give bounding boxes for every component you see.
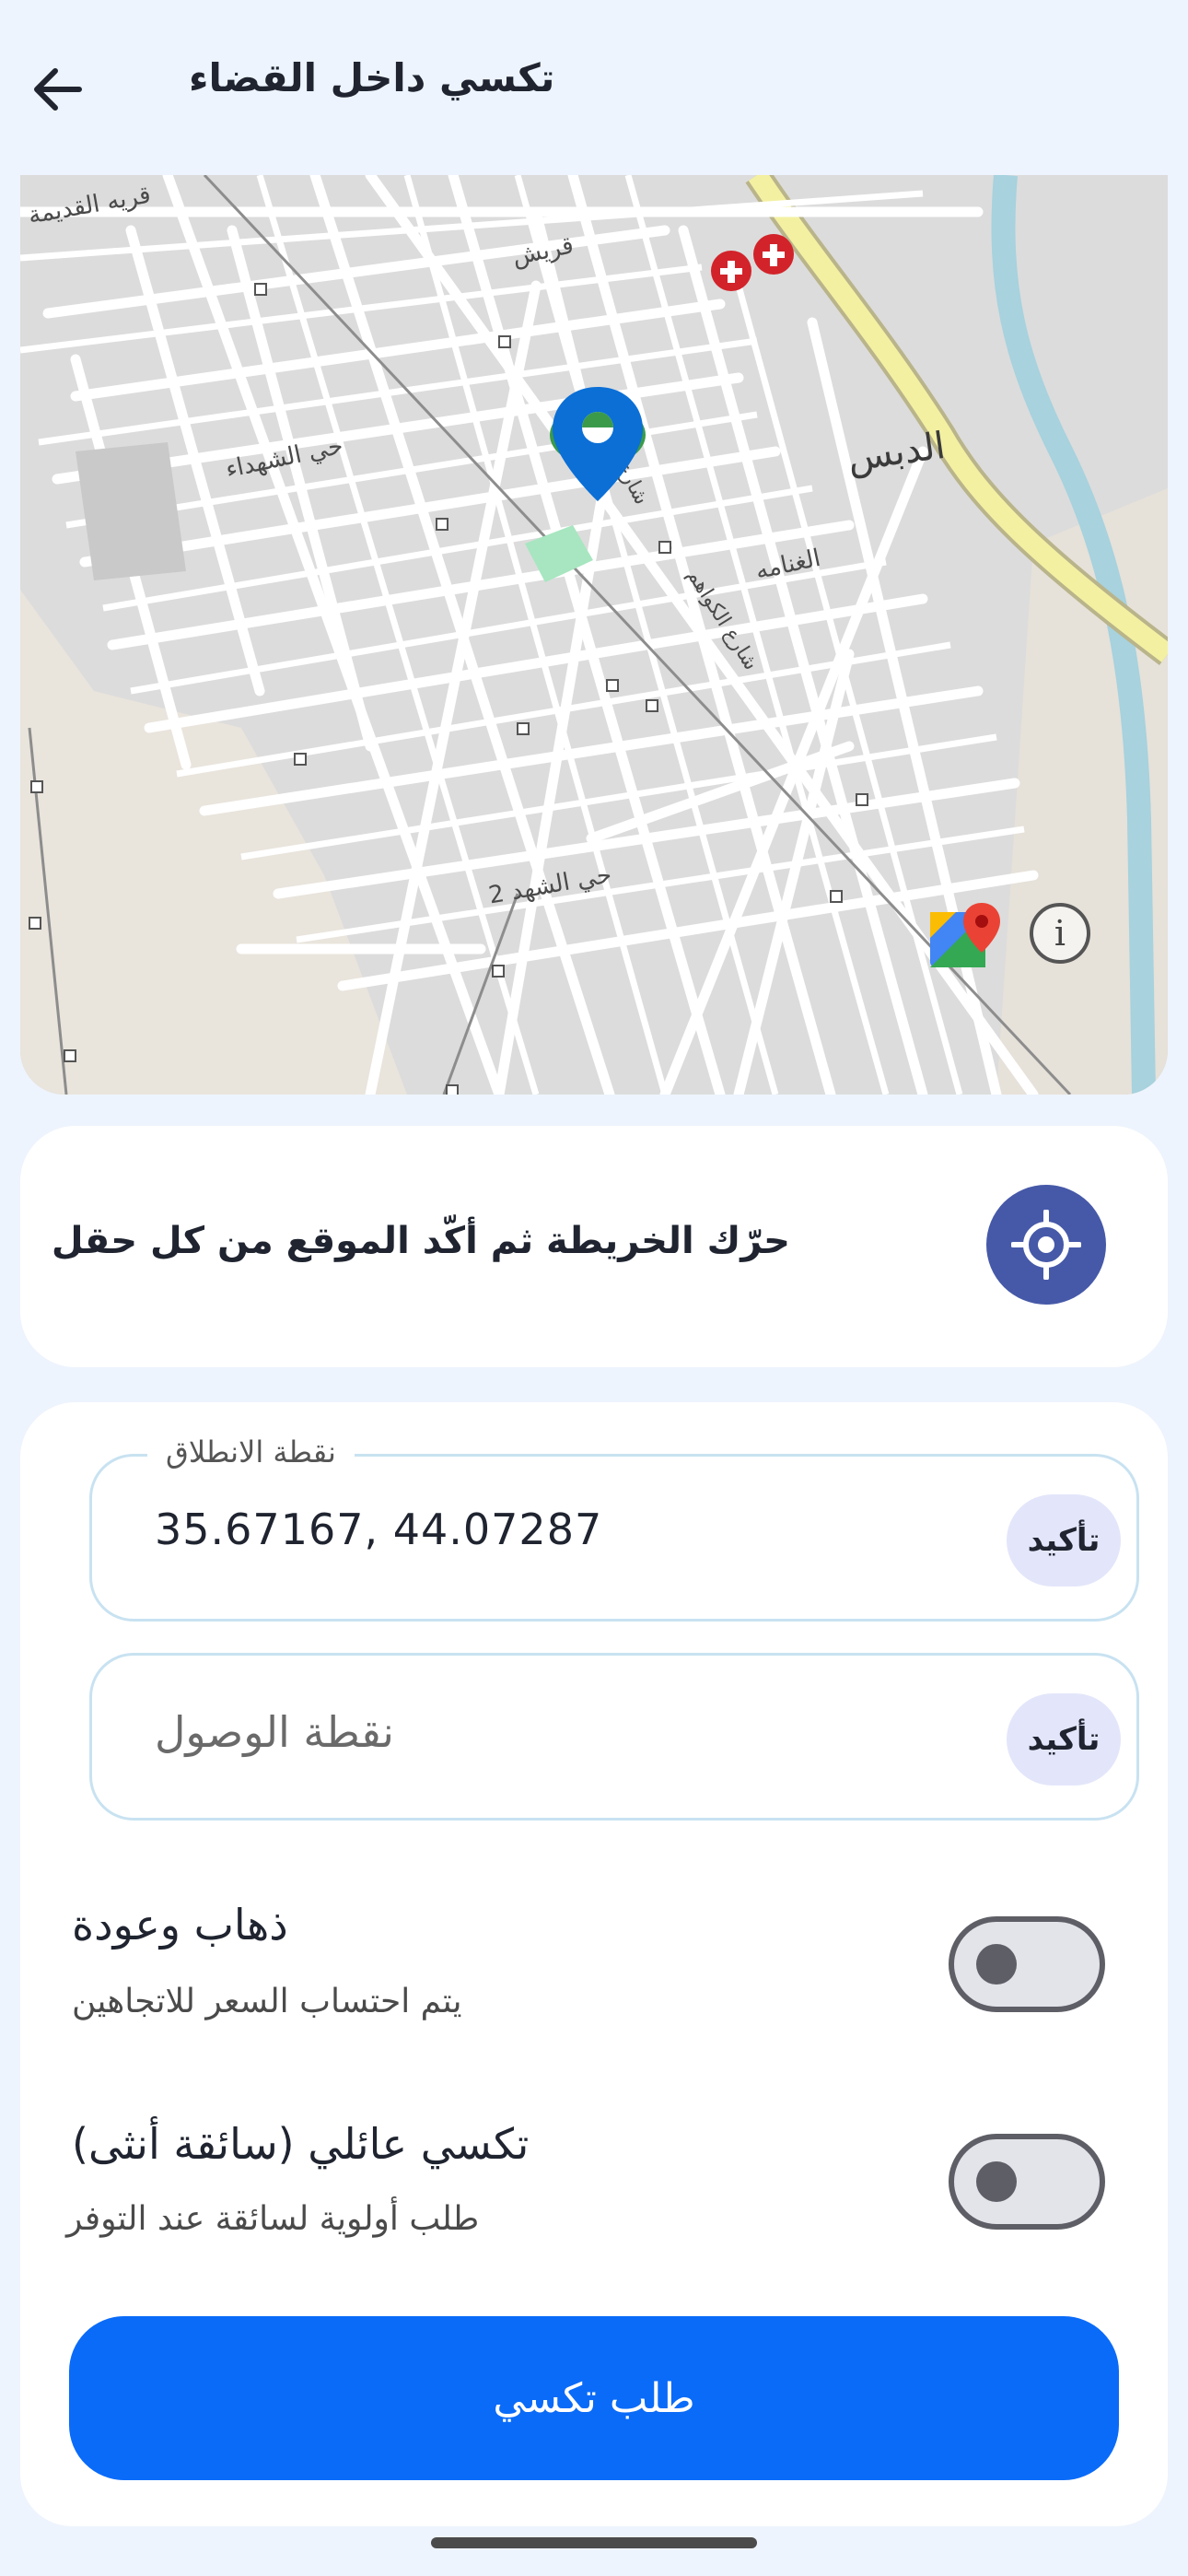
- family-taxi-toggle[interactable]: [949, 2134, 1105, 2230]
- start-point-field[interactable]: نقطة الانطلاق 35.67167, 44.07287 تأكيد: [89, 1434, 1139, 1622]
- map-view[interactable]: قريه القديمة قريش حي الشهداء الدبس الغنا…: [20, 175, 1168, 1095]
- back-button[interactable]: [20, 48, 94, 131]
- confirm-destination-button[interactable]: تأكيد: [1007, 1693, 1121, 1786]
- map-pin-icon: [550, 387, 646, 501]
- crosshair-icon: [1011, 1210, 1081, 1280]
- taxi-request-screen: تكسي داخل القضاء قريه القديمة قريش حي ال…: [0, 0, 1188, 2576]
- family-taxi-title: تكسي عائلي (سائقة أنثى): [72, 2119, 530, 2169]
- info-icon[interactable]: i: [1030, 903, 1090, 964]
- start-point-value[interactable]: 35.67167, 44.07287: [155, 1505, 602, 1554]
- round-trip-title: ذهاب وعودة: [72, 1900, 288, 1950]
- toggle-knob: [976, 1944, 1017, 1985]
- app-header: تكسي داخل القضاء: [0, 0, 1188, 170]
- page-title: تكسي داخل القضاء: [189, 55, 555, 100]
- round-trip-toggle[interactable]: [949, 1916, 1105, 2012]
- google-maps-icon: [930, 903, 1000, 967]
- locate-me-button[interactable]: [986, 1185, 1106, 1305]
- destination-placeholder[interactable]: نقطة الوصول: [155, 1707, 394, 1757]
- family-taxi-subtitle: طلب أولوية لسائقة عند التوفر: [66, 2200, 480, 2238]
- confirm-start-button[interactable]: تأكيد: [1007, 1494, 1121, 1587]
- request-taxi-button[interactable]: طلب تكسي: [69, 2316, 1119, 2480]
- start-point-label: نقطة الانطلاق: [147, 1434, 355, 1469]
- round-trip-subtitle: يتم احتساب السعر للاتجاهين: [72, 1983, 462, 2020]
- destination-field[interactable]: نقطة الوصول تأكيد: [89, 1653, 1139, 1821]
- instruction-text: حرّك الخريطة ثم أكّد الموقع من كل حقل: [51, 1220, 790, 1262]
- toggle-knob: [976, 2161, 1017, 2202]
- arrow-left-icon: [34, 68, 82, 111]
- home-indicator[interactable]: [431, 2537, 757, 2548]
